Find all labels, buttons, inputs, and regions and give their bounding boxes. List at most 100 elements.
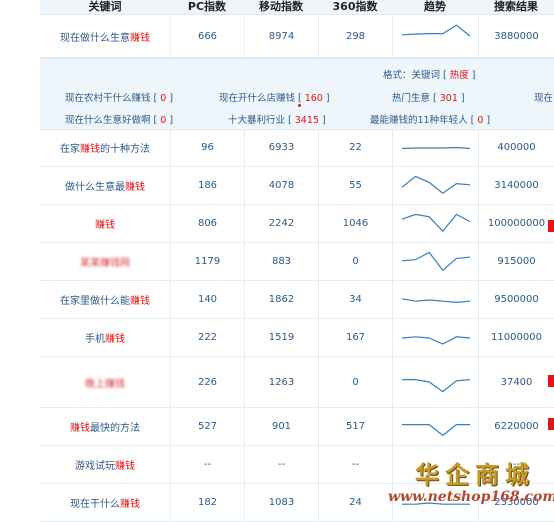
mobile-index-cell: 2242 bbox=[244, 205, 318, 242]
results-cell: 6220000 bbox=[478, 408, 554, 445]
index-360-cell: 298 bbox=[318, 15, 392, 57]
side-marker bbox=[548, 418, 554, 430]
mobile-index-cell: 1519 bbox=[244, 319, 318, 356]
side-marker bbox=[548, 220, 554, 232]
mobile-index-cell: 901 bbox=[244, 408, 318, 445]
format-hint: 格式：关键词 [ 热度 ] bbox=[383, 70, 476, 81]
keyword-link[interactable]: 游戏试玩赚钱 bbox=[75, 457, 135, 472]
keyword-link[interactable]: 晚上赚钱 bbox=[85, 375, 125, 390]
table-row: 手机赚钱 222 1519 167 11000000 bbox=[40, 319, 554, 357]
table-row: 某某赚钱网 1179 883 0 915000 bbox=[40, 243, 554, 281]
header-pc-index: PC指数 bbox=[187, 0, 227, 13]
table-row: 赚钱 806 2242 1046 100000000 bbox=[40, 205, 554, 243]
results-cell: 9500000 bbox=[478, 281, 554, 318]
related-keyword[interactable]: 十大暴利行业 [ 3415 ] bbox=[228, 112, 326, 126]
pc-index-cell: 140 bbox=[170, 281, 244, 318]
related-keyword[interactable]: 现在开什么店赚钱 [ 160 ] bbox=[219, 90, 330, 104]
keyword-cell: 现在做什么生意赚钱 bbox=[40, 15, 170, 57]
mobile-index-cell: -- bbox=[244, 446, 318, 483]
pc-index-cell: 182 bbox=[170, 484, 244, 521]
pc-index-cell: 1179 bbox=[170, 243, 244, 280]
header-trend: 趋势 bbox=[424, 0, 446, 13]
mobile-index-cell: 1862 bbox=[244, 281, 318, 318]
results-cell: 3880000 bbox=[478, 15, 554, 57]
pc-index-cell: 96 bbox=[170, 129, 244, 166]
keyword-link[interactable]: 赚钱最快的方法 bbox=[70, 419, 140, 434]
pc-index-cell: -- bbox=[170, 446, 244, 483]
index-360-cell: 22 bbox=[318, 129, 392, 166]
table-row-top: 现在做什么生意赚钱 666 8974 298 3880000 bbox=[40, 15, 554, 58]
keyword-cell: 手机赚钱 bbox=[40, 319, 170, 356]
keyword-link[interactable]: 手机赚钱 bbox=[85, 330, 125, 345]
trend-cell bbox=[392, 15, 478, 57]
related-keyword[interactable]: 现在什么生意好做啊 [ 0 ] bbox=[65, 112, 173, 126]
keyword-link[interactable]: 某某赚钱网 bbox=[80, 254, 130, 269]
mobile-index-cell: 4078 bbox=[244, 167, 318, 204]
trend-sparkline bbox=[401, 146, 470, 149]
keyword-cell: 晚上赚钱 bbox=[40, 357, 170, 407]
header-360-index: 360指数 bbox=[332, 0, 378, 13]
mobile-index-cell: 883 bbox=[244, 243, 318, 280]
watermark-url: www.netshop168.com bbox=[388, 489, 554, 505]
index-360-cell: 517 bbox=[318, 408, 392, 445]
table-row: 在家赚钱的十种方法 96 6933 22 400000 bbox=[40, 129, 554, 167]
trend-sparkline bbox=[401, 297, 470, 303]
related-keyword[interactable]: 现在 bbox=[534, 90, 553, 104]
keyword-cell: 游戏试玩赚钱 bbox=[40, 446, 170, 483]
header-keyword: 关键词 bbox=[88, 0, 122, 13]
keyword-link[interactable]: 赚钱 bbox=[95, 216, 115, 231]
keyword-link[interactable]: 现在干什么赚钱 bbox=[70, 495, 140, 510]
keyword-link[interactable]: 在家赚钱的十种方法 bbox=[60, 140, 150, 155]
index-360-cell: 1046 bbox=[318, 205, 392, 242]
trend-sparkline bbox=[401, 251, 470, 271]
table-row: 赚钱最快的方法 527 901 517 6220000 bbox=[40, 408, 554, 446]
mobile-index-cell: 1083 bbox=[244, 484, 318, 521]
watermark-logo-text: 华企商城 bbox=[415, 460, 535, 489]
header-mobile-index: 移动指数 bbox=[259, 0, 303, 13]
results-cell: 100000000 bbox=[478, 205, 554, 242]
related-keywords-panel: 格式：关键词 [ 热度 ] 现在农村干什么赚钱 [ 0 ] 现在开什么店赚钱 [… bbox=[40, 58, 554, 130]
keyword-link[interactable]: 现在做什么生意赚钱 bbox=[60, 29, 150, 44]
mobile-index-cell: 1263 bbox=[244, 357, 318, 407]
trend-cell bbox=[392, 129, 478, 166]
keyword-index-page: 关键词 PC指数 移动指数 360指数 趋势 搜索结果 现在做什么生意赚钱 66… bbox=[0, 0, 554, 522]
trend-sparkline bbox=[401, 335, 470, 345]
table-row: 做什么生意最赚钱 186 4078 55 3140000 bbox=[40, 167, 554, 205]
related-keyword[interactable]: 现在农村干什么赚钱 [ 0 ] bbox=[65, 90, 173, 104]
trend-cell bbox=[392, 167, 478, 204]
mobile-index-cell: 6933 bbox=[244, 129, 318, 166]
related-keyword[interactable]: 最能赚钱的11种年轻人 [ 0 ] bbox=[370, 112, 490, 126]
trend-sparkline bbox=[401, 423, 470, 436]
trend-sparkline bbox=[401, 175, 470, 194]
results-cell: 915000 bbox=[478, 243, 554, 280]
results-cell: 11000000 bbox=[478, 319, 554, 356]
index-360-cell: 0 bbox=[318, 357, 392, 407]
side-marker bbox=[548, 375, 554, 387]
results-cell: 400000 bbox=[478, 129, 554, 166]
trend-sparkline bbox=[401, 24, 470, 37]
pc-index-cell: 222 bbox=[170, 319, 244, 356]
keyword-cell: 在家里做什么能赚钱 bbox=[40, 281, 170, 318]
header-results: 搜索结果 bbox=[494, 0, 538, 13]
trend-sparkline bbox=[401, 213, 470, 232]
index-360-cell: 55 bbox=[318, 167, 392, 204]
results-cell: 37400 bbox=[478, 357, 554, 407]
table-row: 在家里做什么能赚钱 140 1862 34 9500000 bbox=[40, 281, 554, 319]
keyword-cell: 做什么生意最赚钱 bbox=[40, 167, 170, 204]
keyword-cell: 在家赚钱的十种方法 bbox=[40, 129, 170, 166]
pc-index-cell: 226 bbox=[170, 357, 244, 407]
keyword-link[interactable]: 在家里做什么能赚钱 bbox=[60, 292, 150, 307]
index-360-cell: 24 bbox=[318, 484, 392, 521]
trend-cell bbox=[392, 357, 478, 407]
trend-cell bbox=[392, 205, 478, 242]
keyword-cell: 现在干什么赚钱 bbox=[40, 484, 170, 521]
pc-index-cell: 806 bbox=[170, 205, 244, 242]
related-keyword[interactable]: 热门生意 [ 301 ] bbox=[392, 90, 465, 104]
trend-sparkline bbox=[401, 379, 470, 393]
index-360-cell: 34 bbox=[318, 281, 392, 318]
table-row: 晚上赚钱 226 1263 0 37400 bbox=[40, 357, 554, 408]
keyword-link[interactable]: 做什么生意最赚钱 bbox=[65, 178, 145, 193]
index-360-cell: -- bbox=[318, 446, 392, 483]
results-cell: 3140000 bbox=[478, 167, 554, 204]
marker-dot bbox=[298, 104, 301, 107]
